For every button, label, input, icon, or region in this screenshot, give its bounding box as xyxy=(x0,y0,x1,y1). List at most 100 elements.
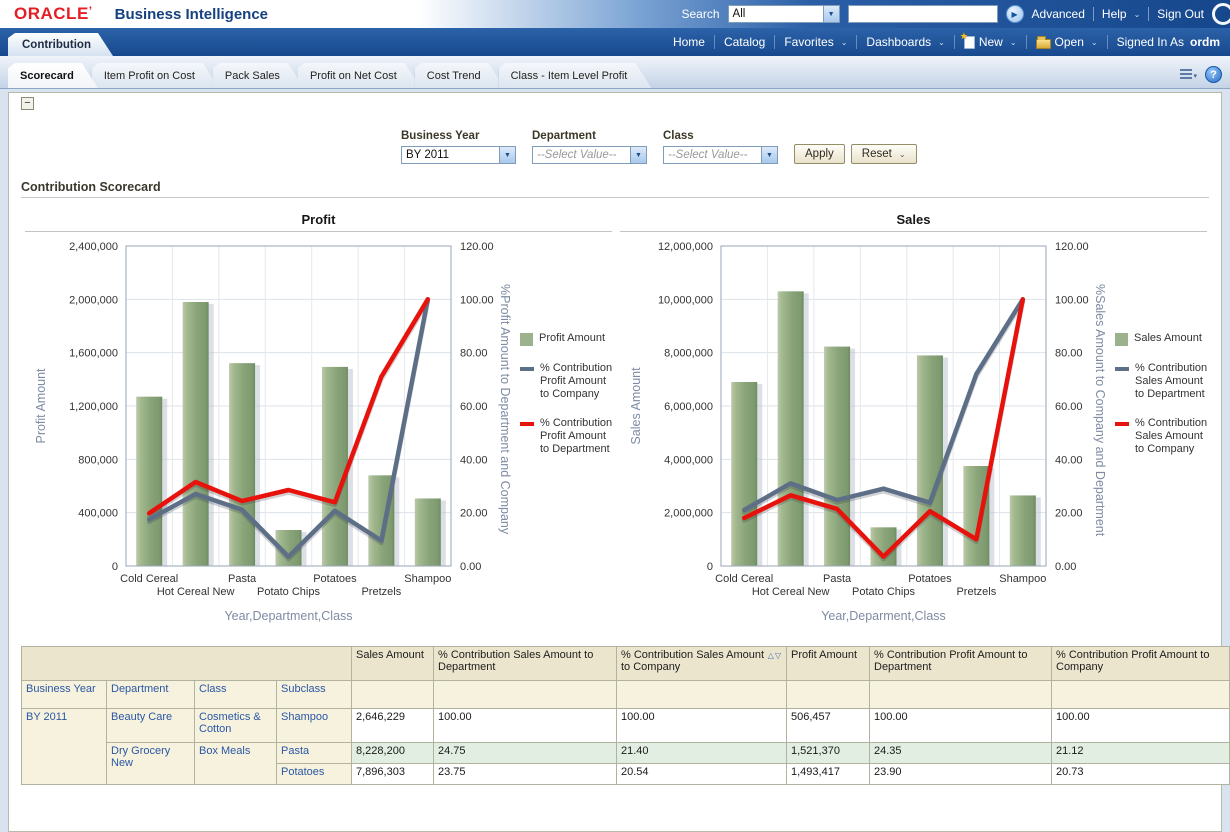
nav-item-dashboards[interactable]: Dashboards⌄ xyxy=(866,35,944,49)
new-icon xyxy=(964,36,975,49)
class-select[interactable]: --Select Value-- ▼ xyxy=(663,146,778,164)
dashboard-tab-contribution[interactable]: Contribution xyxy=(8,33,113,56)
tab-pack-sales[interactable]: Pack Sales xyxy=(213,63,304,88)
table-cell-value: 1,493,417 xyxy=(787,764,870,785)
tab-item-profit-on-cost[interactable]: Item Profit on Cost xyxy=(92,63,219,88)
page-options-icon[interactable]: ▾ xyxy=(1180,69,1197,80)
dimension-header[interactable]: Class xyxy=(195,681,277,709)
reset-button[interactable]: Reset⌄ xyxy=(851,144,917,164)
nav-item-new[interactable]: New⌄ xyxy=(964,35,1017,49)
table-cell-dimension[interactable]: Shampoo xyxy=(277,709,352,743)
column-header[interactable]: Sales Amount xyxy=(352,647,434,681)
svg-text:400,000: 400,000 xyxy=(78,508,118,520)
legend-item: Profit Amount xyxy=(520,332,616,346)
help-menu[interactable]: Help⌄ xyxy=(1102,7,1140,21)
svg-text:120.00: 120.00 xyxy=(1055,241,1089,253)
svg-text:8,000,000: 8,000,000 xyxy=(664,348,713,360)
dimension-header[interactable]: Department xyxy=(107,681,195,709)
tab-profit-on-net-cost[interactable]: Profit on Net Cost xyxy=(298,63,421,88)
collapse-section-button[interactable]: − xyxy=(21,97,34,110)
column-header[interactable]: △▽% Contribution Sales Amount to Company xyxy=(617,647,787,681)
sort-icons[interactable]: △▽ xyxy=(768,651,782,660)
legend-item: % Contribution Profit Amount to Company xyxy=(520,362,616,401)
dimension-header[interactable]: Business Year xyxy=(22,681,107,709)
column-header[interactable]: % Contribution Profit Amount to Departme… xyxy=(870,647,1052,681)
advanced-link[interactable]: Advanced xyxy=(1032,7,1085,21)
table-cell-dimension[interactable]: Dry Grocery New xyxy=(107,743,195,785)
nav-item-catalog[interactable]: Catalog xyxy=(724,35,765,49)
divider xyxy=(1107,35,1108,49)
nav-item-home[interactable]: Home xyxy=(673,35,705,49)
table-cell-value: 2,646,229 xyxy=(352,709,434,743)
column-header[interactable]: % Contribution Sales Amount to Departmen… xyxy=(434,647,617,681)
svg-text:80.00: 80.00 xyxy=(460,348,488,360)
svg-text:Hot Cereal New: Hot Cereal New xyxy=(157,586,235,598)
table-cell-dimension[interactable]: Cosmetics & Cotton xyxy=(195,709,277,743)
legend-line-swatch-icon xyxy=(520,367,534,371)
help-icon[interactable]: ? xyxy=(1205,66,1222,83)
svg-text:20.00: 20.00 xyxy=(1055,508,1083,520)
table-cell-value: 7,896,303 xyxy=(352,764,434,785)
svg-text:Pasta: Pasta xyxy=(228,573,257,585)
chevron-down-icon[interactable]: ▼ xyxy=(630,147,646,163)
divider xyxy=(1026,35,1027,49)
table-cell-dimension[interactable]: BY 2011 xyxy=(22,709,107,785)
table-cell-dimension[interactable]: Pasta xyxy=(277,743,352,764)
tab-class-item-level-profit[interactable]: Class - Item Level Profit xyxy=(499,63,652,88)
dimension-header[interactable]: Subclass xyxy=(277,681,352,709)
svg-text:40.00: 40.00 xyxy=(1055,454,1083,466)
chevron-down-icon[interactable]: ▼ xyxy=(499,147,515,163)
table-cell-dimension[interactable]: Beauty Care xyxy=(107,709,195,743)
divider xyxy=(954,35,955,49)
divider xyxy=(21,197,1209,198)
svg-text:0.00: 0.00 xyxy=(1055,561,1076,573)
legend-line-swatch-icon xyxy=(520,422,534,426)
svg-text:Sales Amount: Sales Amount xyxy=(629,367,643,445)
nav-item-open[interactable]: Open⌄ xyxy=(1036,35,1098,49)
svg-text:120.00: 120.00 xyxy=(460,241,494,253)
oracle-logo: ORACLE’ xyxy=(14,4,93,24)
right-axis-title: %Sales Amount to Company and Department xyxy=(1093,284,1107,579)
header-blank-cell xyxy=(1052,681,1230,709)
class-label: Class xyxy=(663,130,778,142)
svg-text:Shampoo: Shampoo xyxy=(999,573,1046,585)
divider xyxy=(774,35,775,49)
nav-item-favorites[interactable]: Favorites⌄ xyxy=(784,35,847,49)
chevron-down-icon[interactable]: ▼ xyxy=(823,6,839,22)
svg-text:Potatoes: Potatoes xyxy=(908,573,952,585)
table-cell-dimension[interactable]: Potatoes xyxy=(277,764,352,785)
apply-button[interactable]: Apply xyxy=(794,144,845,164)
svg-text:Profit Amount: Profit Amount xyxy=(34,368,48,444)
tab-scorecard[interactable]: Scorecard xyxy=(8,63,98,88)
search-go-button[interactable]: ▶ xyxy=(1006,5,1024,23)
table-cell-value: 20.54 xyxy=(617,764,787,785)
chevron-down-icon[interactable]: ▼ xyxy=(761,147,777,163)
svg-text:Shampoo: Shampoo xyxy=(404,573,451,585)
header-blank-cell xyxy=(870,681,1052,709)
department-select[interactable]: --Select Value-- ▼ xyxy=(532,146,647,164)
svg-text:Cold Cereal: Cold Cereal xyxy=(120,573,178,585)
legend-item: % Contribution Sales Amount to Company xyxy=(1115,417,1211,456)
product-title: Business Intelligence xyxy=(115,6,268,23)
column-header[interactable]: % Contribution Profit Amount to Company xyxy=(1052,647,1230,681)
table-cell-value: 23.90 xyxy=(870,764,1052,785)
chart-title: Profit xyxy=(21,212,616,227)
search-input[interactable] xyxy=(848,5,998,23)
dashboard-content: − Business Year BY 2011 ▼ Department --S… xyxy=(8,92,1222,832)
svg-text:100.00: 100.00 xyxy=(460,294,494,306)
brand-header: ORACLE’ Business Intelligence Search All… xyxy=(0,0,1230,28)
legend-bar-swatch-icon xyxy=(520,333,533,346)
tab-cost-trend[interactable]: Cost Trend xyxy=(415,63,505,88)
page-tabstrip: ScorecardItem Profit on CostPack SalesPr… xyxy=(0,56,1230,89)
svg-text:4,000,000: 4,000,000 xyxy=(664,454,713,466)
column-header[interactable]: Profit Amount xyxy=(787,647,870,681)
menu-lines-icon xyxy=(1180,69,1192,80)
header-blank-cell xyxy=(787,681,870,709)
contribution-table: Sales Amount% Contribution Sales Amount … xyxy=(21,646,1230,785)
table-cell-dimension[interactable]: Box Meals xyxy=(195,743,277,785)
open-folder-icon xyxy=(1036,39,1051,49)
search-scope-select[interactable]: All ▼ xyxy=(728,5,840,23)
business-year-select[interactable]: BY 2011 ▼ xyxy=(401,146,516,164)
svg-text:40.00: 40.00 xyxy=(460,454,488,466)
sign-out-link[interactable]: Sign Out xyxy=(1157,7,1204,21)
